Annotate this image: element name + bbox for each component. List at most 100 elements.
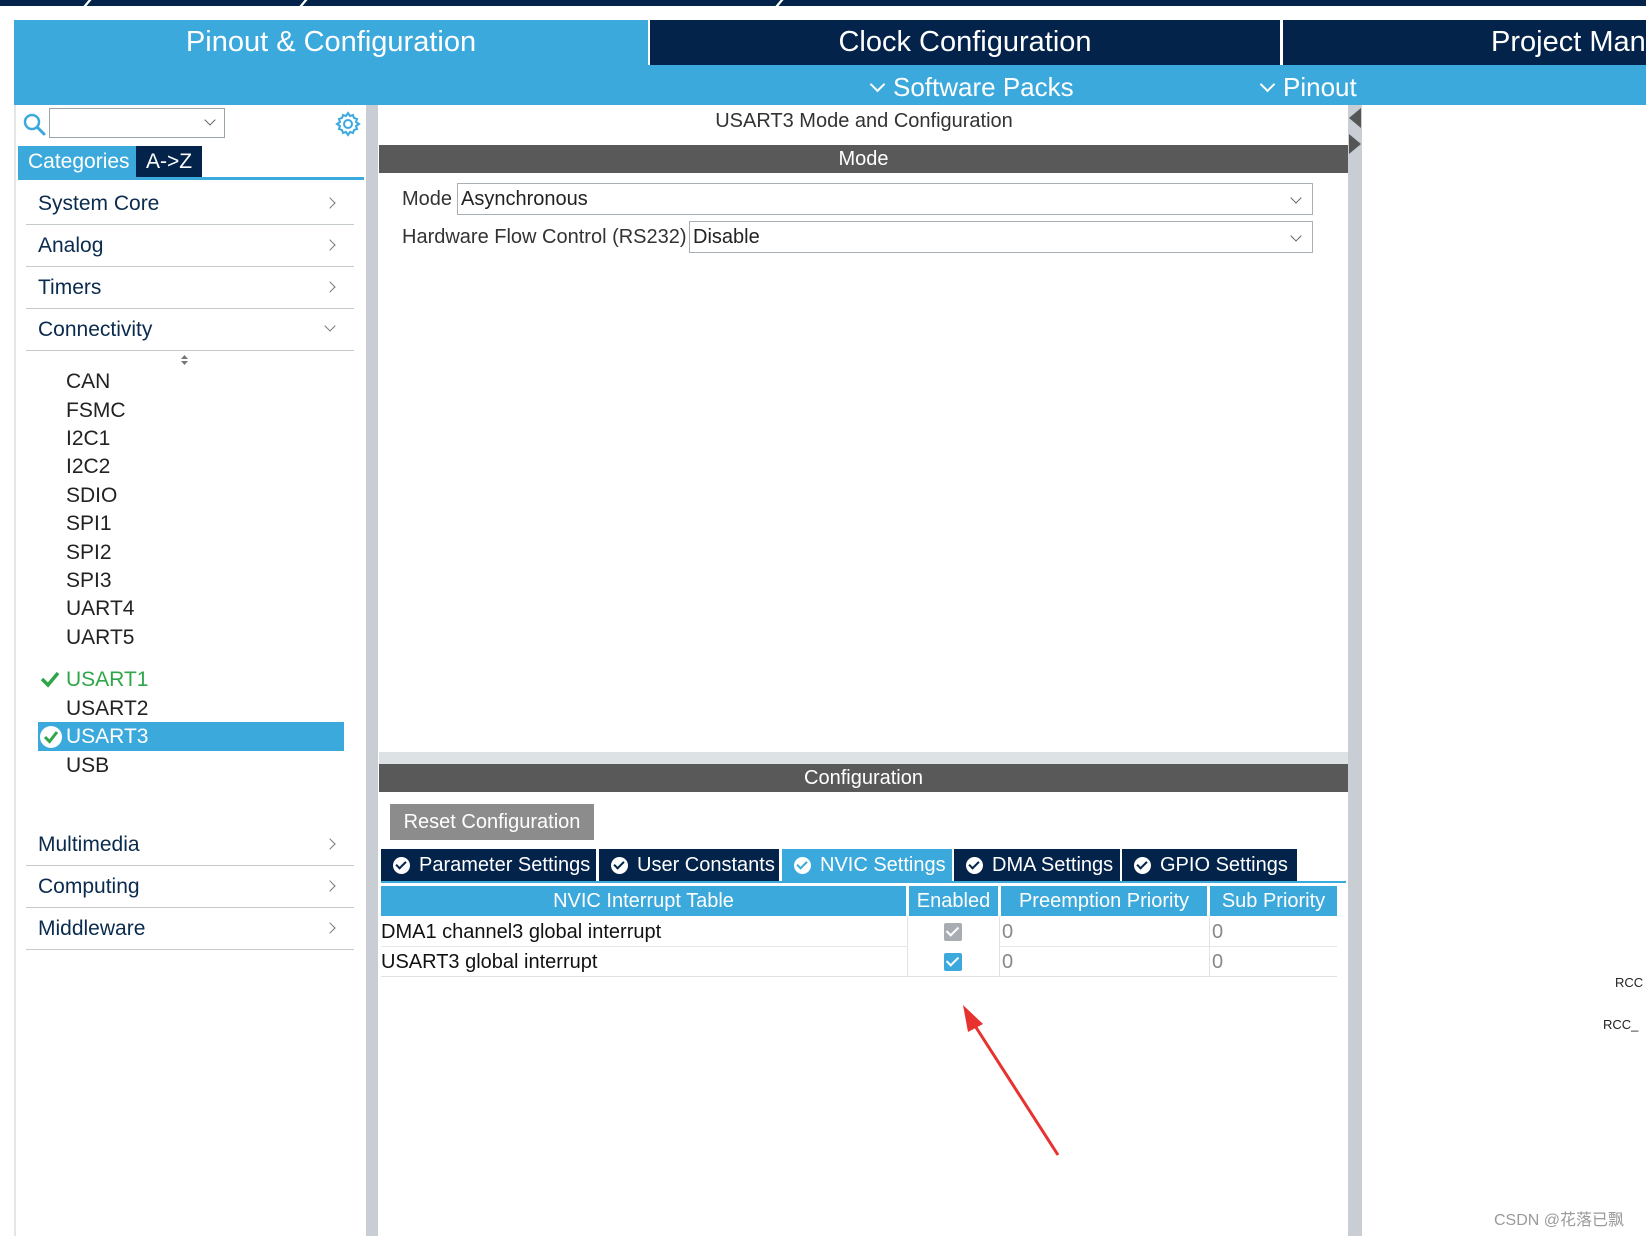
section-divider[interactable]: [379, 752, 1348, 764]
sub-priority[interactable]: 0: [1210, 947, 1337, 977]
tab-clock-configuration[interactable]: Clock Configuration: [650, 20, 1280, 65]
tab-nvic-settings[interactable]: NVIC Settings: [782, 849, 952, 882]
chevron-right-icon: [324, 922, 336, 934]
category-system-core[interactable]: System Core: [26, 183, 354, 225]
chevron-down-icon: [324, 320, 336, 332]
search-input[interactable]: [49, 108, 225, 138]
check-circle-icon: [1134, 857, 1151, 874]
peripheral-can[interactable]: CAN: [66, 367, 110, 396]
annotation-arrow: [963, 1005, 1060, 1156]
category-label: Multimedia: [38, 833, 140, 856]
tab-user-constants[interactable]: User Constants: [599, 849, 779, 882]
peripheral-usb[interactable]: USB: [66, 751, 109, 780]
tab-categories[interactable]: Categories: [18, 146, 140, 177]
enabled-checkbox[interactable]: [944, 953, 962, 971]
pin-label: RCC_: [1603, 1017, 1639, 1032]
peripheral-usart2[interactable]: USART2: [66, 694, 148, 723]
category-label: Computing: [38, 875, 140, 898]
pinout-menu-label: Pinout: [1283, 72, 1357, 102]
check-circle-icon: [393, 857, 410, 874]
peripheral-uart5[interactable]: UART5: [66, 623, 134, 652]
category-label: System Core: [38, 192, 160, 215]
sort-icon[interactable]: [180, 354, 189, 366]
mode-select[interactable]: Asynchronous: [457, 183, 1313, 215]
chevron-right-icon: [324, 880, 336, 892]
tab-pinout-configuration[interactable]: Pinout & Configuration: [14, 20, 648, 65]
chevron-down-icon: [1290, 192, 1302, 204]
software-packs-menu[interactable]: Software Packs: [869, 70, 1074, 104]
preemption-priority[interactable]: 0: [1000, 917, 1209, 947]
peripheral-spi2[interactable]: SPI2: [66, 538, 112, 567]
panel-splitter[interactable]: [366, 105, 378, 1236]
software-packs-label: Software Packs: [893, 72, 1074, 102]
peripheral-sdio[interactable]: SDIO: [66, 481, 117, 510]
search-icon[interactable]: [22, 112, 46, 136]
expand-right-icon[interactable]: [1349, 134, 1361, 154]
pin-label: RCC: [1615, 975, 1644, 990]
chevron-right-icon: [324, 838, 336, 850]
tab-dma-settings[interactable]: DMA Settings: [954, 849, 1120, 882]
peripheral-spi3[interactable]: SPI3: [66, 566, 112, 595]
peripheral-spi1[interactable]: SPI1: [66, 509, 112, 538]
panel-splitter-right[interactable]: [1348, 105, 1362, 1236]
configuration-section-header: Configuration: [379, 764, 1348, 792]
category-label: Middleware: [38, 917, 146, 940]
preemption-priority[interactable]: 0: [1000, 947, 1209, 977]
tab-project-manager[interactable]: Project Man: [1283, 20, 1646, 65]
tab-underline: [381, 881, 1346, 883]
tab-label: User Constants: [637, 854, 775, 876]
column-header-preemption[interactable]: Preemption Priority: [1001, 886, 1207, 916]
check-circle-icon: [40, 726, 62, 748]
chevron-right-icon: [324, 197, 336, 209]
category-analog[interactable]: Analog: [26, 225, 354, 267]
category-connectivity[interactable]: Connectivity: [26, 309, 354, 351]
hw-flow-control-select[interactable]: Disable: [689, 221, 1313, 253]
table-bottom-border: [381, 976, 1337, 977]
category-middleware[interactable]: Middleware: [26, 908, 354, 950]
watermark: CSDN @花落已飘: [1494, 1212, 1625, 1229]
enabled-checkbox[interactable]: [944, 923, 962, 941]
tab-parameter-settings[interactable]: Parameter Settings: [381, 849, 596, 882]
hw-flow-control-label: Hardware Flow Control (RS232): [402, 226, 687, 248]
tab-label: GPIO Settings: [1160, 854, 1288, 876]
gear-icon[interactable]: [335, 111, 361, 137]
panel-title: USART3 Mode and Configuration: [715, 110, 1013, 132]
table-row[interactable]: USART3 global interrupt 0 0: [381, 947, 1337, 977]
mode-configuration-panel: [378, 105, 1350, 1236]
mode-select-value: Asynchronous: [461, 188, 588, 210]
peripheral-uart4[interactable]: UART4: [66, 594, 134, 623]
category-multimedia[interactable]: Multimedia: [26, 824, 354, 866]
peripheral-usart3[interactable]: USART3: [66, 722, 148, 751]
column-header-interrupt[interactable]: NVIC Interrupt Table: [381, 886, 906, 916]
tab-gpio-settings[interactable]: GPIO Settings: [1122, 849, 1297, 882]
column-header-enabled[interactable]: Enabled: [909, 886, 998, 916]
column-header-sub-priority[interactable]: Sub Priority: [1210, 886, 1337, 916]
category-timers[interactable]: Timers: [26, 267, 354, 309]
peripheral-i2c2[interactable]: I2C2: [66, 452, 110, 481]
pinout-menu[interactable]: Pinout: [1259, 70, 1357, 104]
hw-flow-control-value: Disable: [693, 226, 760, 248]
peripheral-fsmc[interactable]: FSMC: [66, 396, 126, 425]
tab-underline: [18, 177, 364, 180]
table-row[interactable]: DMA1 channel3 global interrupt 0 0: [381, 917, 1337, 947]
interrupt-name: USART3 global interrupt: [381, 947, 907, 977]
category-label: Connectivity: [38, 318, 153, 341]
reset-configuration-button[interactable]: Reset Configuration: [390, 804, 594, 840]
sub-menu-bar: [14, 65, 1646, 105]
chevron-right-icon: [324, 239, 336, 251]
window-top-strip: [0, 0, 1646, 6]
tab-a-to-z[interactable]: A->Z: [136, 146, 203, 177]
mode-section-header: Mode: [379, 145, 1348, 173]
chevron-down-icon: [869, 76, 886, 93]
tab-label: Parameter Settings: [419, 854, 591, 876]
sub-priority[interactable]: 0: [1210, 917, 1337, 947]
collapse-left-icon[interactable]: [1349, 108, 1361, 128]
peripheral-usart1[interactable]: USART1: [66, 665, 148, 694]
chevron-down-icon: [1259, 76, 1276, 93]
check-circle-icon: [794, 857, 811, 874]
category-computing[interactable]: Computing: [26, 866, 354, 908]
tab-label: DMA Settings: [992, 854, 1114, 876]
tab-label: NVIC Settings: [820, 854, 946, 876]
check-circle-icon: [611, 857, 628, 874]
peripheral-i2c1[interactable]: I2C1: [66, 424, 110, 453]
